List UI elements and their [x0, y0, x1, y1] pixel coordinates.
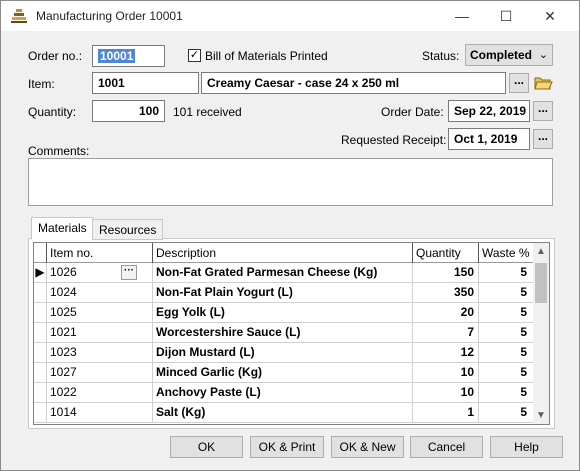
- received-text: 101 received: [173, 105, 242, 119]
- status-value: Completed: [470, 48, 533, 62]
- cancel-button[interactable]: Cancel: [410, 436, 483, 458]
- requested-receipt-field[interactable]: Oct 1, 2019: [448, 128, 530, 150]
- tab-materials[interactable]: Materials: [31, 217, 94, 240]
- row-indicator: [34, 363, 47, 383]
- scroll-up-icon[interactable]: ▲: [533, 243, 549, 260]
- cell-waste[interactable]: 5: [479, 283, 534, 303]
- row-indicator: [34, 403, 47, 423]
- row-lookup-button[interactable]: ···: [121, 265, 137, 280]
- header-indicator-column: [34, 243, 47, 263]
- order-date-field[interactable]: Sep 22, 2019: [448, 100, 530, 122]
- folder-open-icon[interactable]: [533, 73, 553, 93]
- scrollbar-thumb[interactable]: [535, 263, 547, 303]
- cell-quantity[interactable]: 150: [413, 263, 479, 283]
- close-button[interactable]: ✕: [527, 1, 573, 31]
- cell-quantity[interactable]: 10: [413, 383, 479, 403]
- status-label: Status:: [422, 49, 460, 63]
- table-row[interactable]: 1022 Anchovy Paste (L) 10 5: [34, 383, 534, 403]
- materials-grid: Item no. Description Quantity Waste % ▶ …: [33, 242, 550, 425]
- item-code-field[interactable]: 1001: [92, 72, 199, 94]
- cell-description[interactable]: Non-Fat Grated Parmesan Cheese (Kg): [153, 263, 413, 283]
- item-lookup-button[interactable]: ...: [509, 73, 529, 93]
- maximize-button[interactable]: ☐: [483, 1, 529, 31]
- quantity-field[interactable]: 100: [92, 100, 165, 122]
- cell-item-no[interactable]: 1027: [47, 363, 153, 383]
- header-quantity[interactable]: Quantity: [413, 243, 479, 263]
- grid-vertical-scrollbar[interactable]: ▲ ▼: [533, 243, 549, 424]
- cell-quantity[interactable]: 20: [413, 303, 479, 323]
- cell-quantity[interactable]: 350: [413, 283, 479, 303]
- cell-item-no[interactable]: 1021: [47, 323, 153, 343]
- table-row[interactable]: 1014 Salt (Kg) 1 5: [34, 403, 534, 423]
- header-waste-percent[interactable]: Waste %: [479, 243, 534, 263]
- cell-waste[interactable]: 5: [479, 383, 534, 403]
- cell-waste[interactable]: 5: [479, 263, 534, 283]
- ok-new-button[interactable]: OK & New: [331, 436, 404, 458]
- cell-item-no[interactable]: 1026: [47, 263, 153, 283]
- order-date-picker-button[interactable]: ...: [533, 101, 553, 121]
- cell-waste[interactable]: 5: [479, 363, 534, 383]
- cell-item-no[interactable]: 1025: [47, 303, 153, 323]
- cell-description[interactable]: Anchovy Paste (L): [153, 383, 413, 403]
- window-title: Manufacturing Order 10001: [36, 9, 183, 23]
- bom-printed-label: Bill of Materials Printed: [205, 49, 328, 63]
- cell-description[interactable]: Minced Garlic (Kg): [153, 363, 413, 383]
- header-description[interactable]: Description: [153, 243, 413, 263]
- table-row[interactable]: 1023 Dijon Mustard (L) 12 5: [34, 343, 534, 363]
- table-row[interactable]: 1024 Non-Fat Plain Yogurt (L) 350 5: [34, 283, 534, 303]
- order-no-value: 10001: [98, 49, 136, 63]
- row-indicator: [34, 283, 47, 303]
- cell-quantity[interactable]: 7: [413, 323, 479, 343]
- requested-receipt-label: Requested Receipt:: [341, 133, 447, 147]
- table-row[interactable]: ▶ 1026 ··· Non-Fat Grated Parmesan Chees…: [34, 263, 534, 283]
- order-date-label: Order Date:: [381, 105, 444, 119]
- manufacturing-order-window: Manufacturing Order 10001 — ☐ ✕ Order no…: [0, 0, 580, 471]
- ok-print-button[interactable]: OK & Print: [250, 436, 324, 458]
- comments-textarea[interactable]: [28, 158, 553, 206]
- row-indicator: [34, 383, 47, 403]
- table-row[interactable]: 1025 Egg Yolk (L) 20 5: [34, 303, 534, 323]
- cell-description[interactable]: Dijon Mustard (L): [153, 343, 413, 363]
- status-dropdown[interactable]: Completed ⌄: [465, 44, 553, 66]
- cell-quantity[interactable]: 10: [413, 363, 479, 383]
- cell-item-no[interactable]: 1022: [47, 383, 153, 403]
- cell-description[interactable]: Non-Fat Plain Yogurt (L): [153, 283, 413, 303]
- table-row[interactable]: 1027 Minced Garlic (Kg) 10 5: [34, 363, 534, 383]
- grid-header: Item no. Description Quantity Waste %: [34, 243, 534, 263]
- cell-item-no[interactable]: 1014: [47, 403, 153, 423]
- item-description-field[interactable]: Creamy Caesar - case 24 x 250 ml: [201, 72, 506, 94]
- help-button[interactable]: Help: [490, 436, 563, 458]
- app-stack-icon: [10, 8, 28, 24]
- cell-waste[interactable]: 5: [479, 323, 534, 343]
- scroll-down-icon[interactable]: ▼: [533, 407, 549, 424]
- cell-description[interactable]: Salt (Kg): [153, 403, 413, 423]
- cell-description[interactable]: Worcestershire Sauce (L): [153, 323, 413, 343]
- chevron-down-icon: ⌄: [538, 49, 548, 61]
- cell-item-no[interactable]: 1024: [47, 283, 153, 303]
- cell-waste[interactable]: 5: [479, 303, 534, 323]
- cell-waste[interactable]: 5: [479, 403, 534, 423]
- row-indicator: [34, 303, 47, 323]
- row-indicator: [34, 343, 47, 363]
- row-indicator: [34, 323, 47, 343]
- cell-description[interactable]: Egg Yolk (L): [153, 303, 413, 323]
- header-item-no[interactable]: Item no.: [47, 243, 153, 263]
- quantity-label: Quantity:: [28, 105, 77, 119]
- current-row-indicator-icon: ▶: [34, 263, 47, 283]
- cell-waste[interactable]: 5: [479, 343, 534, 363]
- minimize-button[interactable]: —: [439, 1, 485, 31]
- order-no-field[interactable]: 10001: [92, 45, 165, 67]
- bom-printed-checkbox[interactable]: ✓: [188, 49, 201, 62]
- ok-button[interactable]: OK: [170, 436, 243, 458]
- tab-resources[interactable]: Resources: [92, 219, 164, 240]
- title-bar: Manufacturing Order 10001 — ☐ ✕: [1, 1, 579, 31]
- comments-label: Comments:: [28, 144, 90, 158]
- cell-quantity[interactable]: 12: [413, 343, 479, 363]
- cell-item-no[interactable]: 1023: [47, 343, 153, 363]
- item-label: Item:: [28, 77, 55, 91]
- requested-receipt-picker-button[interactable]: ...: [533, 129, 553, 149]
- table-row[interactable]: 1021 Worcestershire Sauce (L) 7 5: [34, 323, 534, 343]
- order-no-label: Order no.:: [28, 49, 83, 63]
- cell-quantity[interactable]: 1: [413, 403, 479, 423]
